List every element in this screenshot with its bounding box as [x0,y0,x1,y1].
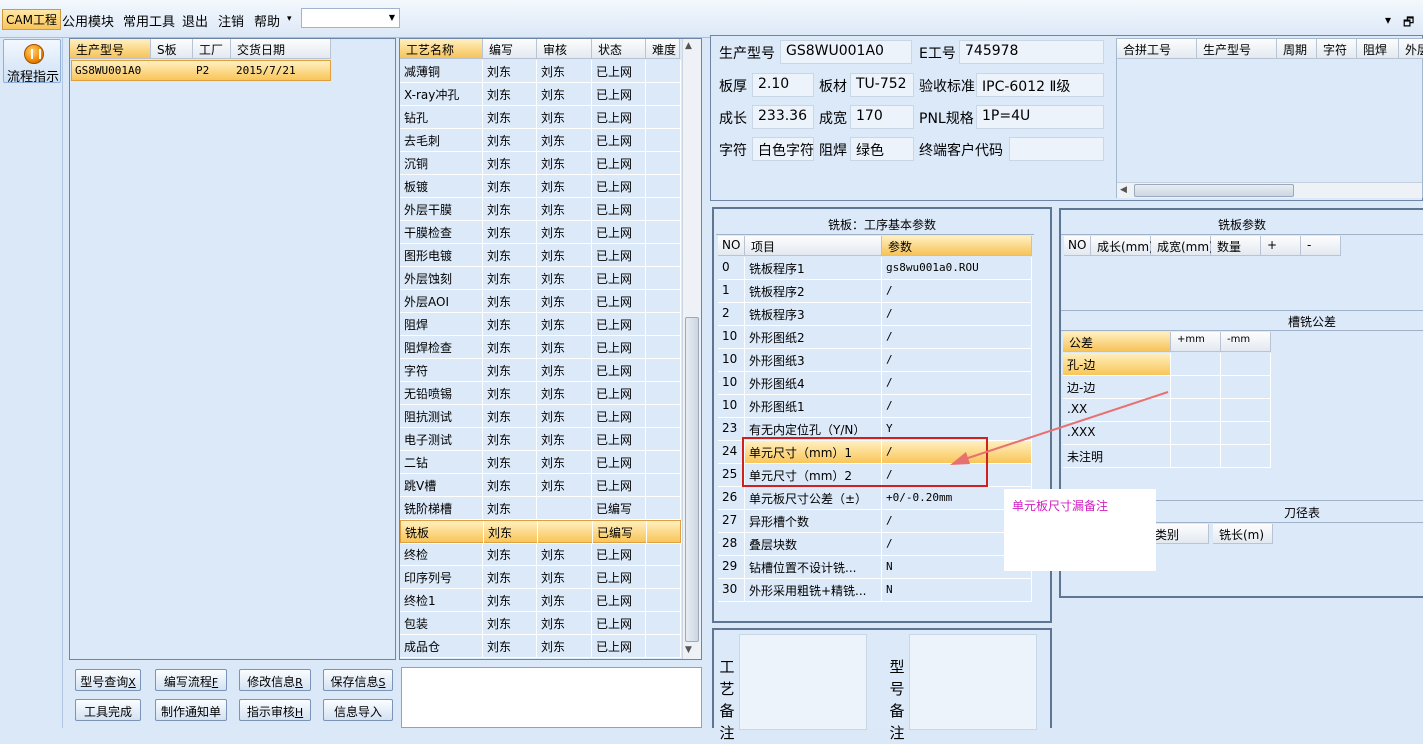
annotation-arrow [950,391,1169,465]
annotation-text: 单元板尺寸漏备注 [1012,499,1109,513]
annotation-note: 单元板尺寸漏备注 [1004,489,1156,571]
